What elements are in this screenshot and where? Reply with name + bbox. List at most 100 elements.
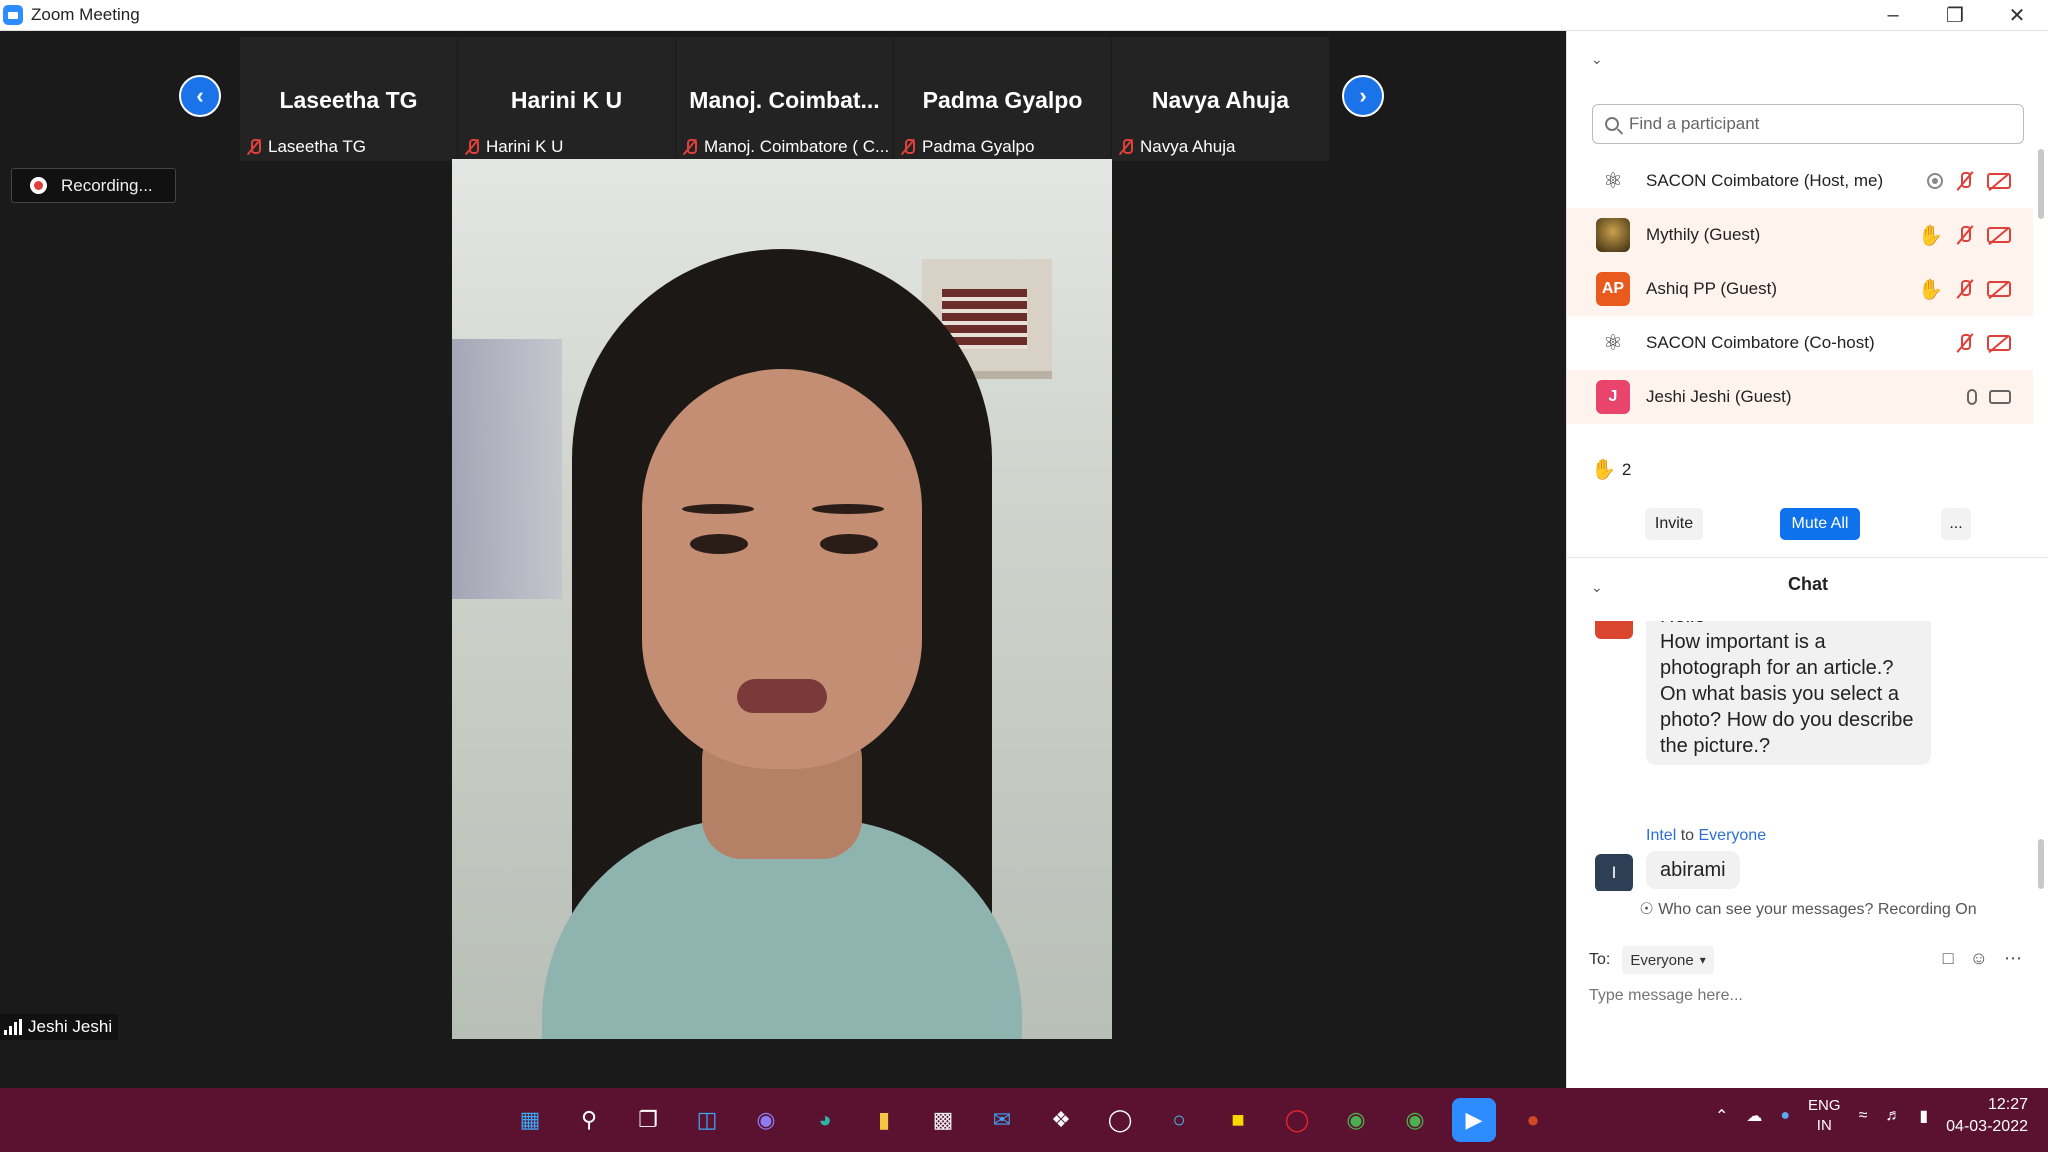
raised-hand-icon: ✋ — [1918, 224, 1943, 247]
video-thumbnail[interactable]: Navya Ahuja Navya Ahuja — [1112, 37, 1330, 161]
next-page-button[interactable]: › — [1342, 75, 1384, 117]
mail-icon[interactable]: ✉ — [980, 1098, 1024, 1142]
thumbnail-display-name: Laseetha TG — [279, 87, 418, 113]
minimize-button[interactable]: – — [1862, 0, 1924, 31]
microsoft-store-icon[interactable]: ▩ — [921, 1098, 965, 1142]
camera-off-icon[interactable] — [1987, 227, 2011, 243]
chat-scrollbar[interactable] — [2038, 839, 2044, 889]
chat-sender-line: Intel to Everyone — [1646, 827, 1766, 845]
mic-muted-icon[interactable] — [1955, 224, 1975, 246]
mic-icon[interactable] — [1967, 389, 1977, 405]
camera-icon[interactable] — [1989, 390, 2011, 404]
file-icon[interactable]: □ — [1943, 948, 1954, 969]
title-bar: Zoom Meeting – ❐ ✕ — [0, 0, 2048, 31]
chat-message-line: Hello — [1660, 621, 1917, 629]
volume-icon[interactable]: ♬ — [1885, 1107, 1901, 1125]
camera-off-icon[interactable] — [1987, 281, 2011, 297]
camera-off-icon[interactable] — [1987, 173, 2011, 189]
participant-row[interactable]: ⚛ SACON Coimbatore (Co-host) — [1567, 316, 2033, 370]
chevron-up-icon[interactable]: ⌃ — [1715, 1106, 1728, 1126]
participant-name: Ashiq PP (Guest) — [1646, 279, 1778, 298]
participant-avatar: J — [1596, 380, 1630, 414]
participant-row[interactable]: ⚛ SACON Coimbatore (Host, me) — [1567, 154, 2033, 208]
recipient-select[interactable]: Everyone ▾ — [1622, 946, 1714, 974]
zoom-taskbar-icon[interactable]: ▶ — [1452, 1098, 1496, 1142]
more-options-button[interactable]: ... — [1941, 508, 1971, 540]
video-thumbnail[interactable]: Harini K U Harini K U — [458, 37, 676, 161]
thumbnail-display-name: Manoj. Coimbat... — [689, 87, 880, 113]
participant-name: Mythily (Guest) — [1646, 225, 1761, 244]
system-tray: ⌃ ☁ ● ENG IN ≈ ♬ ▮ 12:27 04-03-2022 — [1715, 1094, 2028, 1138]
recording-indicator[interactable]: Recording... — [11, 168, 176, 203]
chat-message-input[interactable] — [1589, 981, 2019, 1011]
dropbox-icon[interactable]: ❖ — [1039, 1098, 1083, 1142]
windows-start-icon[interactable]: ▦ — [508, 1098, 552, 1142]
participant-avatar: AP — [1596, 272, 1630, 306]
previous-page-button[interactable]: ‹ — [179, 75, 221, 117]
restore-button[interactable]: ❐ — [1924, 0, 1986, 31]
participant-row[interactable]: AP Ashiq PP (Guest) ✋ — [1567, 262, 2033, 316]
taskbar-apps: ▦ ⚲ ❐ ◫ ◉ ◕ ▮ ▩ ✉ ❖ ◯ ○ ■ ◯ ◉ ◉ ▶ ● — [508, 1098, 1555, 1142]
message-visibility-notice[interactable]: ☉ Who can see your messages? Recording O… — [1567, 899, 2048, 919]
sacon-logo-icon: ⚛ — [1596, 164, 1630, 198]
edge-browser-icon[interactable]: ◕ — [803, 1098, 847, 1142]
wall-poster — [452, 339, 562, 599]
chat-title: Chat — [1788, 574, 1828, 594]
chevron-down-icon: ▾ — [1699, 953, 1706, 967]
video-thumbnail[interactable]: Manoj. Coimbat... Manoj. Coimbatore ( C.… — [676, 37, 894, 161]
thumbnail-label: Manoj. Coimbatore ( C... — [704, 137, 890, 156]
app-circle-icon[interactable]: ◯ — [1098, 1098, 1142, 1142]
participant-list: ⚛ SACON Coimbatore (Host, me) Mythily (G… — [1567, 154, 2033, 436]
mic-muted-icon — [900, 138, 916, 156]
mic-muted-icon[interactable] — [1955, 332, 1975, 354]
language-code: ENG — [1808, 1097, 1841, 1114]
wifi-icon[interactable]: ≈ — [1859, 1107, 1868, 1125]
onedrive-icon[interactable]: ☁ — [1746, 1106, 1762, 1126]
chrome-profile-icon[interactable]: ◉ — [1393, 1098, 1437, 1142]
chat-recipient[interactable]: Everyone — [1699, 827, 1767, 844]
video-area: ‹ Laseetha TG Laseetha TG Harini K U Har… — [0, 31, 1566, 1088]
chat-message-line: How important is a — [1660, 631, 1826, 653]
cortana-icon[interactable]: ○ — [1157, 1098, 1201, 1142]
recipient-row: To: Everyone ▾ — [1589, 946, 1714, 974]
search-icon — [1605, 117, 1619, 131]
video-thumbnail[interactable]: Padma Gyalpo Padma Gyalpo — [894, 37, 1112, 161]
teams-chat-icon[interactable]: ◉ — [744, 1098, 788, 1142]
participant-search-input[interactable]: Find a participant — [1592, 104, 2024, 144]
speaker-face — [642, 369, 922, 769]
participant-list-scrollbar[interactable] — [2038, 149, 2044, 219]
search-icon[interactable]: ⚲ — [567, 1098, 611, 1142]
close-button[interactable]: ✕ — [1986, 0, 2048, 31]
opera-browser-icon[interactable]: ◯ — [1275, 1098, 1319, 1142]
panel-divider — [1567, 557, 2048, 558]
file-explorer-icon[interactable]: ▮ — [862, 1098, 906, 1142]
participant-row[interactable]: Mythily (Guest) ✋ — [1567, 208, 2033, 262]
more-icon[interactable]: ⋯ — [2004, 948, 2022, 969]
powerpoint-icon[interactable]: ● — [1511, 1098, 1555, 1142]
microphone-icon[interactable]: ● — [1780, 1107, 1790, 1125]
chat-message: abirami — [1646, 851, 1740, 889]
battery-icon[interactable]: ▮ — [1919, 1106, 1928, 1126]
raised-hand-icon: ✋ — [1591, 459, 1616, 481]
emoji-icon[interactable]: ☺ — [1970, 948, 1988, 969]
chat-sender[interactable]: Intel — [1646, 827, 1676, 844]
camera-off-icon[interactable] — [1987, 335, 2011, 351]
invite-button[interactable]: Invite — [1645, 508, 1703, 540]
video-thumbnail[interactable]: Laseetha TG Laseetha TG — [240, 37, 458, 161]
sacon-logo-icon: ⚛ — [1596, 326, 1630, 360]
mute-all-button[interactable]: Mute All — [1780, 508, 1860, 540]
chat-message-line: On what basis you select a — [1660, 683, 1900, 705]
mic-muted-icon[interactable] — [1955, 278, 1975, 300]
active-speaker-video[interactable] — [452, 159, 1112, 1039]
sticky-notes-icon[interactable]: ■ — [1216, 1098, 1260, 1142]
language-indicator[interactable]: ENG IN — [1808, 1096, 1841, 1136]
chevron-down-icon[interactable]: ⌄ — [1591, 51, 1605, 67]
participant-row[interactable]: J Jeshi Jeshi (Guest) — [1567, 370, 2033, 424]
clock[interactable]: 12:27 04-03-2022 — [1946, 1094, 2028, 1138]
widgets-icon[interactable]: ◫ — [685, 1098, 729, 1142]
mic-muted-icon[interactable] — [1955, 170, 1975, 192]
chrome-browser-icon[interactable]: ◉ — [1334, 1098, 1378, 1142]
task-view-icon[interactable]: ❐ — [626, 1098, 670, 1142]
visibility-person-icon: ☉ — [1639, 901, 1654, 918]
clock-date: 04-03-2022 — [1946, 1118, 2028, 1135]
